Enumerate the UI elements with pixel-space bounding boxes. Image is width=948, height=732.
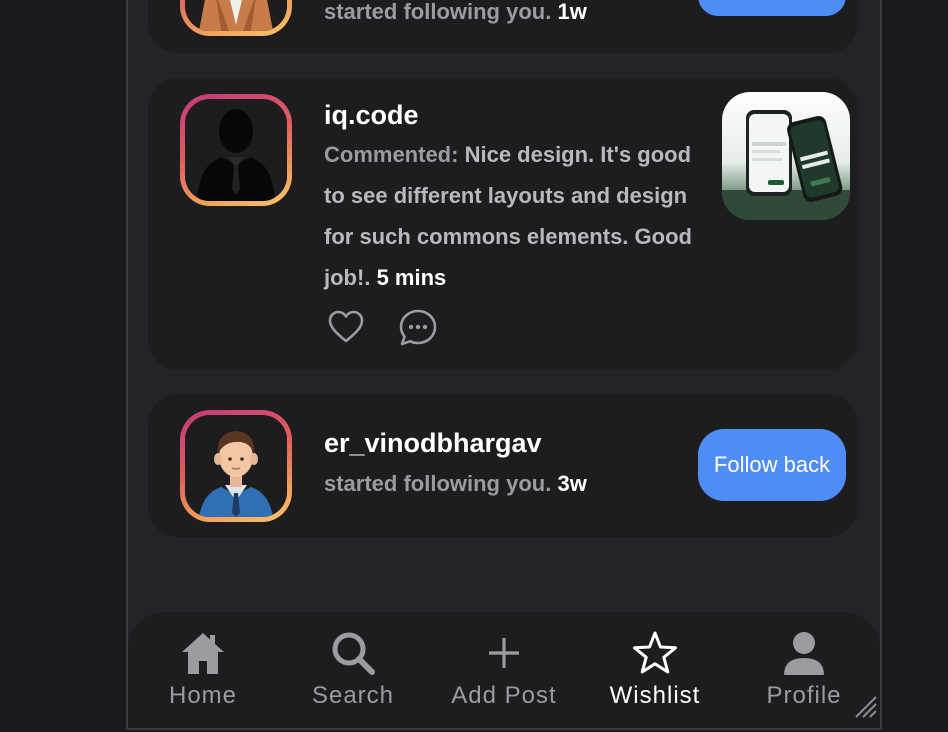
tab-label: Wishlist: [609, 682, 701, 709]
notification-card-comment[interactable]: iq.code Commented: Nice design. It's goo…: [148, 78, 858, 370]
avatar[interactable]: [180, 94, 292, 206]
notification-card-follow-top[interactable]: started following you. 1w: [148, 0, 858, 53]
star-icon: [631, 630, 679, 681]
username[interactable]: er_vinodbhargav: [324, 428, 542, 459]
username[interactable]: iq.code: [324, 100, 419, 131]
follow-back-button[interactable]: [698, 0, 846, 16]
notification-time: 5 mins: [376, 265, 447, 290]
notification-time: 3w: [557, 471, 587, 496]
phone-screen: started following you. 1w iq.code Commen…: [126, 0, 882, 730]
home-icon: [179, 630, 227, 681]
follow-back-button[interactable]: Follow back: [698, 429, 846, 501]
silhouette-avatar-icon: [185, 99, 287, 201]
app-window: started following you. 1w iq.code Commen…: [0, 0, 948, 732]
chat-bubble-icon: [399, 309, 437, 346]
tab-label: Home: [168, 682, 238, 709]
tab-search[interactable]: Search: [278, 630, 428, 720]
notification-text: started following you. 1w: [324, 0, 587, 32]
bottom-tab-bar: Home Search Add Post Wishlist Profile: [128, 612, 880, 728]
comment-prefix: Commented:: [324, 142, 459, 167]
person-avatar-icon: [185, 0, 287, 31]
phone-mockup-image: [722, 110, 850, 220]
avatar[interactable]: [180, 410, 292, 522]
avatar-image: [185, 99, 287, 201]
notification-time: 1w: [557, 0, 587, 24]
plus-icon: [481, 630, 527, 681]
businessman-avatar-icon: [185, 415, 287, 517]
tab-wishlist[interactable]: Wishlist: [580, 630, 730, 720]
tab-label: Add Post: [451, 682, 557, 709]
comment-button[interactable]: [398, 308, 438, 353]
comment-text: Commented: Nice design. It's good to see…: [324, 134, 694, 298]
notification-text: started following you. 3w: [324, 463, 587, 504]
post-thumbnail[interactable]: [722, 92, 850, 220]
like-button[interactable]: [328, 310, 364, 349]
resize-grip-icon[interactable]: [852, 693, 878, 724]
person-icon: [781, 630, 827, 681]
notification-message: started following you.: [324, 0, 552, 24]
tab-add-post[interactable]: Add Post: [429, 630, 579, 720]
notification-message: started following you.: [324, 471, 552, 496]
notification-card-follow[interactable]: er_vinodbhargav started following you. 3…: [148, 394, 858, 537]
avatar-image: [185, 0, 287, 31]
tab-label: Search: [311, 682, 395, 709]
heart-icon: [328, 310, 364, 343]
avatar[interactable]: [180, 0, 292, 36]
avatar-image: [185, 415, 287, 517]
search-icon: [330, 630, 376, 681]
tab-home[interactable]: Home: [128, 630, 278, 720]
